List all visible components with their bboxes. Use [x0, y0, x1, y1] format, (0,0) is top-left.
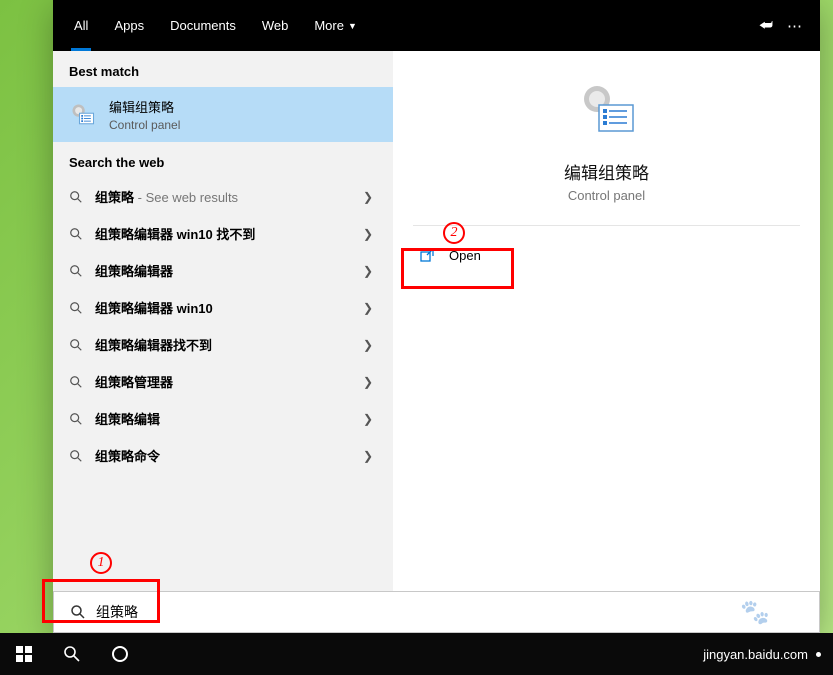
tab-all[interactable]: All: [61, 0, 101, 51]
search-bar[interactable]: [53, 591, 820, 633]
tab-web[interactable]: Web: [249, 0, 302, 51]
best-match-title: 编辑组策略: [109, 97, 180, 116]
chevron-right-icon: ❯: [363, 190, 373, 204]
web-result[interactable]: 组策略管理器 ❯: [53, 363, 393, 400]
control-panel-large-icon: [575, 79, 639, 143]
taskbar-dot: [816, 652, 821, 657]
search-icon: [69, 338, 83, 352]
detail-pane: 编辑组策略 Control panel Open 2: [393, 51, 820, 633]
web-result[interactable]: 组策略编辑器找不到 ❯: [53, 326, 393, 363]
chevron-right-icon: ❯: [363, 449, 373, 463]
watermark: 🐾经验: [740, 597, 819, 627]
detail-subtitle: Control panel: [568, 188, 645, 203]
search-icon: [69, 301, 83, 315]
chevron-right-icon: ❯: [363, 338, 373, 352]
web-result[interactable]: 组策略编辑 ❯: [53, 400, 393, 437]
search-icon: [69, 227, 83, 241]
open-action[interactable]: Open: [401, 234, 812, 276]
web-result[interactable]: 组策略命令 ❯: [53, 437, 393, 474]
chevron-right-icon: ❯: [363, 412, 373, 426]
search-icon: [69, 412, 83, 426]
feedback-icon[interactable]: ⮨: [759, 17, 773, 34]
best-match-subtitle: Control panel: [109, 118, 180, 132]
tab-apps[interactable]: Apps: [101, 0, 157, 51]
search-web-header: Search the web: [53, 142, 393, 178]
taskbar: jingyan.baidu.com: [0, 633, 833, 675]
search-icon: [70, 604, 86, 620]
tab-more[interactable]: More▼: [301, 0, 370, 51]
taskbar-search-icon[interactable]: [48, 633, 96, 675]
search-icon: [69, 190, 83, 204]
detail-title: 编辑组策略: [564, 159, 649, 184]
best-match-item[interactable]: 编辑组策略 Control panel: [53, 87, 393, 142]
web-result[interactable]: 组策略 - See web results ❯: [53, 178, 393, 215]
control-panel-icon: [67, 99, 99, 131]
open-label: Open: [449, 248, 481, 263]
web-result[interactable]: 组策略编辑器 win10 找不到 ❯: [53, 215, 393, 252]
search-icon: [69, 449, 83, 463]
chevron-right-icon: ❯: [363, 227, 373, 241]
result-tabs: All Apps Documents Web More▼ ⮨ ⋯: [53, 0, 820, 51]
best-match-header: Best match: [53, 51, 393, 87]
web-result[interactable]: 组策略编辑器 win10 ❯: [53, 289, 393, 326]
divider: [413, 225, 800, 226]
search-icon: [69, 264, 83, 278]
cortana-icon[interactable]: [96, 633, 144, 675]
open-icon: [419, 247, 435, 263]
chevron-right-icon: ❯: [363, 301, 373, 315]
annotation-number-2: 2: [443, 222, 465, 244]
start-button[interactable]: [0, 633, 48, 675]
results-list: Best match 编辑组策略 Control panel Search th…: [53, 51, 393, 633]
search-icon: [69, 375, 83, 389]
attribution-url: jingyan.baidu.com: [703, 647, 808, 662]
chevron-right-icon: ❯: [363, 375, 373, 389]
annotation-number-1: 1: [90, 552, 112, 574]
chevron-down-icon: ▼: [348, 21, 357, 31]
search-panel: All Apps Documents Web More▼ ⮨ ⋯ Best ma…: [53, 0, 820, 633]
more-options-icon[interactable]: ⋯: [787, 17, 802, 35]
tab-documents[interactable]: Documents: [157, 0, 249, 51]
baidu-bear-icon: 🐾: [740, 599, 771, 626]
web-result[interactable]: 组策略编辑器 ❯: [53, 252, 393, 289]
search-input[interactable]: [96, 604, 803, 620]
chevron-right-icon: ❯: [363, 264, 373, 278]
